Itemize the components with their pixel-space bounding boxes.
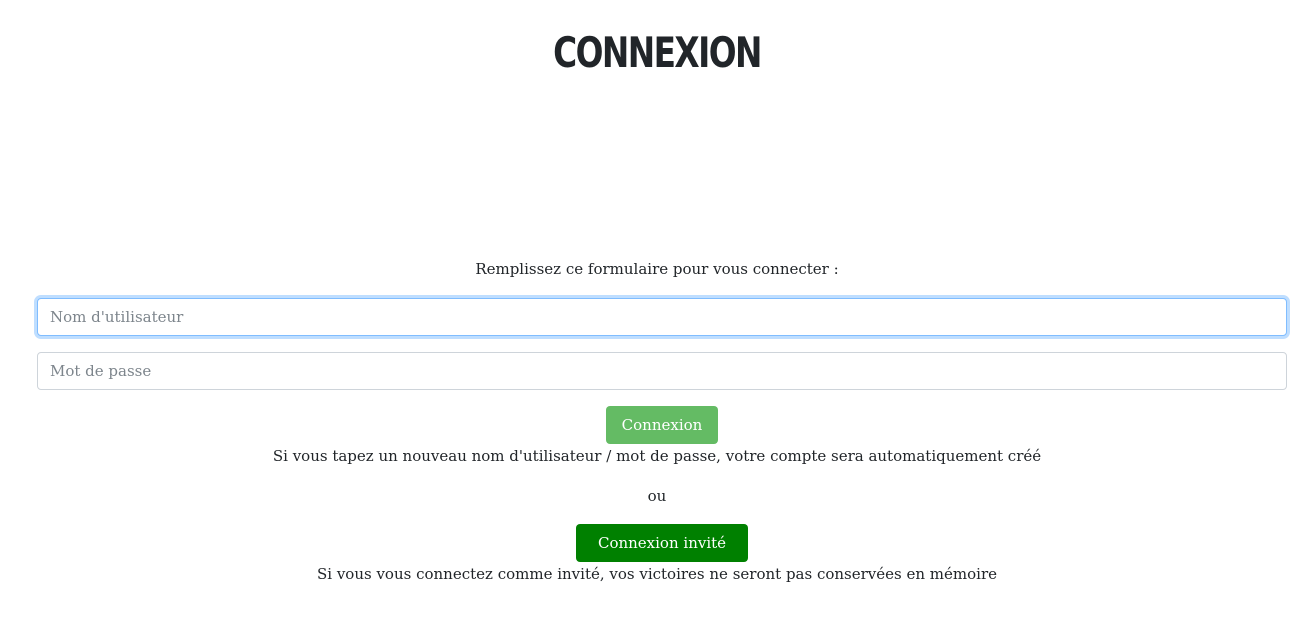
or-separator: ou bbox=[647, 487, 667, 505]
page-title: CONNEXION bbox=[553, 28, 762, 77]
login-button[interactable]: Connexion bbox=[606, 406, 718, 444]
form-instructions: Remplissez ce formulaire pour vous conne… bbox=[475, 260, 839, 278]
guest-note: Si vous vous connectez comme invité, vos… bbox=[316, 565, 997, 583]
password-input[interactable] bbox=[37, 352, 1287, 390]
new-account-note: Si vous tapez un nouveau nom d'utilisate… bbox=[272, 447, 1042, 465]
username-input[interactable] bbox=[37, 298, 1287, 336]
guest-login-button[interactable]: Connexion invité bbox=[576, 524, 748, 562]
